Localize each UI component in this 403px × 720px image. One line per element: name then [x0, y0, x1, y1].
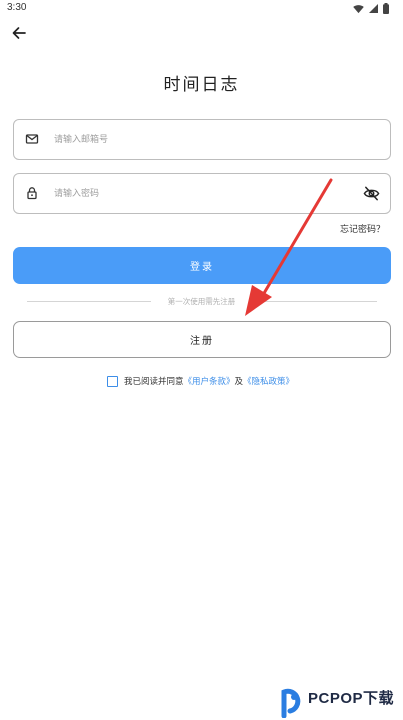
mail-icon — [25, 134, 39, 144]
eye-off-icon[interactable] — [363, 185, 380, 202]
signal-icon — [369, 4, 378, 13]
email-input[interactable] — [54, 120, 354, 159]
terms-link[interactable]: 《用户条款》 — [184, 375, 235, 387]
forgot-password-link[interactable]: 忘记密码？ — [340, 222, 385, 235]
divider-line-right — [252, 301, 377, 302]
agreement-and: 及 — [234, 377, 244, 387]
login-button[interactable]: 登录 — [13, 247, 391, 284]
agreement-checkbox[interactable] — [107, 375, 118, 387]
arrow-left-icon — [12, 27, 26, 39]
annotation-arrow — [245, 178, 333, 316]
status-icons — [353, 3, 389, 14]
pcpop-logo-icon — [281, 688, 301, 718]
status-bar: 3:30 — [0, 0, 403, 18]
agreement-row: 我已阅读并同意 《用户条款》 及 《隐私政策》 — [107, 375, 294, 387]
privacy-link[interactable]: 《隐私政策》 — [243, 375, 294, 387]
lock-icon — [27, 187, 37, 200]
watermark: PCPOP下载 — [278, 682, 403, 720]
watermark-text: PCPOP下载 — [308, 690, 395, 707]
register-button[interactable]: 注册 — [13, 321, 391, 358]
email-field[interactable] — [13, 119, 391, 160]
battery-icon — [383, 3, 389, 14]
password-field[interactable] — [13, 173, 391, 214]
password-input[interactable] — [54, 174, 354, 213]
wifi-icon — [353, 4, 364, 13]
agreement-text: 我已阅读并同意 — [124, 377, 184, 387]
back-button[interactable] — [10, 24, 28, 42]
status-time: 3:30 — [7, 2, 27, 13]
page-title: 时间日志 — [163, 75, 240, 95]
